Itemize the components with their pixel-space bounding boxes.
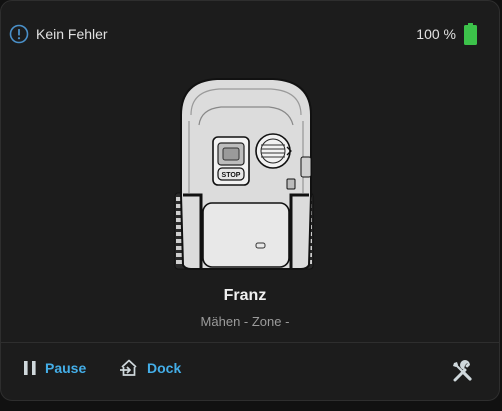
card-divider (1, 342, 499, 343)
activity-separator: - (240, 314, 252, 329)
tools-icon (451, 360, 475, 388)
pause-icon (23, 360, 37, 376)
dock-label: Dock (147, 360, 182, 376)
status-text: Kein Fehler (36, 26, 108, 42)
dock-button[interactable]: Dock (119, 355, 181, 381)
mower-card: Kein Fehler 100 % STOP Franz Mähen - Zon… (0, 0, 500, 401)
activity-text: Mähen (200, 314, 241, 329)
error-status: Kein Fehler (9, 23, 108, 45)
battery-full-icon (464, 23, 477, 45)
robotic-mower-image: STOP (161, 75, 331, 275)
zone-suffix: - (281, 314, 290, 329)
tools-button[interactable] (451, 360, 475, 384)
battery-status: 100 % (416, 23, 477, 45)
zone-label: Zone (251, 314, 282, 329)
mower-name: Franz (223, 287, 267, 304)
dock-icon (119, 358, 139, 378)
pause-button[interactable]: Pause (23, 355, 86, 381)
stop-label: STOP (222, 172, 241, 179)
battery-level-text: 100 % (416, 26, 456, 42)
mower-activity: Mähen - Zone - (1, 314, 489, 329)
info-circle-icon (9, 24, 29, 44)
pause-label: Pause (45, 360, 87, 376)
